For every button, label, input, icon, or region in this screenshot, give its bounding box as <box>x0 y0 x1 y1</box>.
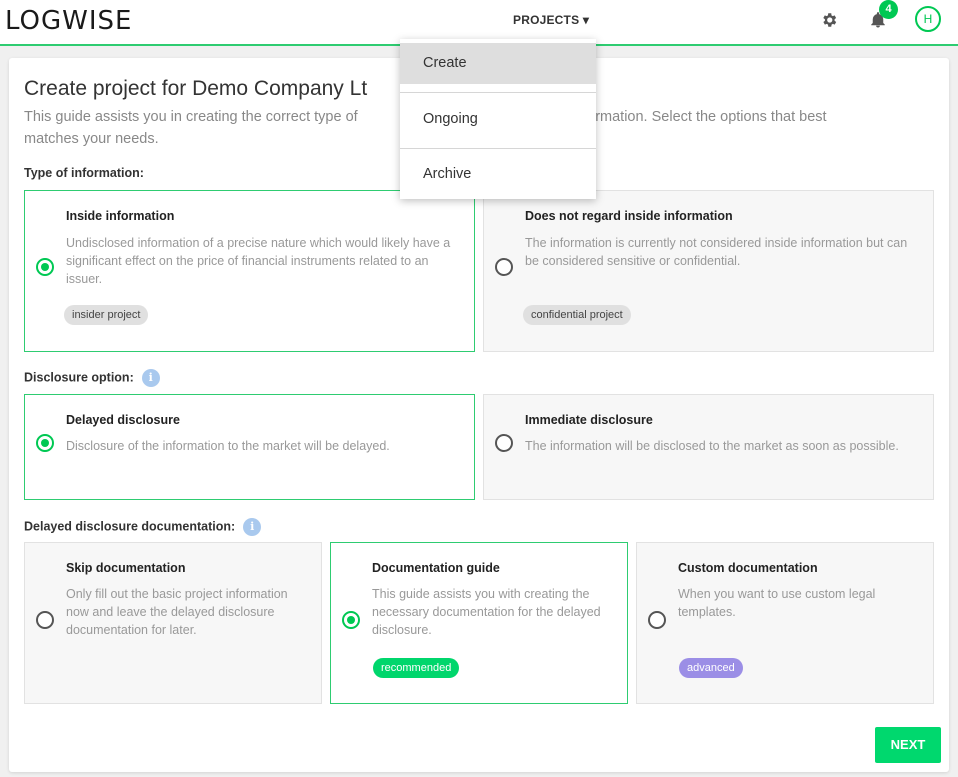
option-description: The information will be disclosed to the… <box>525 439 899 453</box>
tag-insider-project: insider project <box>64 305 149 325</box>
dropdown-divider <box>400 92 596 93</box>
projects-menu-button[interactable]: PROJECTS ▾ <box>513 13 589 27</box>
option-not-inside-information[interactable]: Does not regard inside information The i… <box>483 190 934 352</box>
documentation-label: Delayed disclosure documentation: i <box>24 518 262 536</box>
radio-inside-information[interactable] <box>36 258 54 276</box>
radio-delayed-disclosure[interactable] <box>36 434 54 452</box>
dropdown-item-archive[interactable]: Archive <box>400 154 596 195</box>
option-skip-documentation[interactable]: Skip documentation Only fill out the bas… <box>24 542 322 704</box>
option-title: Custom documentation <box>678 561 818 575</box>
option-description: Only fill out the basic project informat… <box>66 587 288 637</box>
intro-left: This guide assists you in creating the c… <box>24 109 358 125</box>
radio-not-inside-information[interactable] <box>495 258 513 276</box>
option-description: Disclosure of the information to the mar… <box>66 439 390 453</box>
option-title: Does not regard inside information <box>525 209 733 223</box>
radio-immediate-disclosure[interactable] <box>495 434 513 452</box>
projects-dropdown: Create Ongoing Archive <box>400 39 596 199</box>
option-immediate-disclosure[interactable]: Immediate disclosure The information wil… <box>483 394 934 500</box>
option-documentation-guide[interactable]: Documentation guide This guide assists y… <box>330 542 628 704</box>
logo[interactable]: LOGWISE <box>5 6 132 36</box>
option-description: When you want to use custom legal templa… <box>678 587 876 619</box>
notification-badge: 4 <box>879 0 898 19</box>
tag-recommended: recommended <box>373 658 460 678</box>
info-icon[interactable]: i <box>141 369 160 387</box>
dropdown-item-ongoing[interactable]: Ongoing <box>400 99 596 140</box>
option-title: Skip documentation <box>66 561 186 575</box>
avatar[interactable]: H <box>915 6 941 32</box>
radio-skip-documentation[interactable] <box>36 611 54 629</box>
radio-documentation-guide[interactable] <box>342 611 360 629</box>
dropdown-item-create[interactable]: Create <box>400 43 596 84</box>
option-title: Documentation guide <box>372 561 500 575</box>
option-description: The information is currently not conside… <box>525 236 908 268</box>
option-custom-documentation[interactable]: Custom documentation When you want to us… <box>636 542 934 704</box>
type-of-information-label: Type of information: <box>24 166 144 180</box>
option-delayed-disclosure[interactable]: Delayed disclosure Disclosure of the inf… <box>24 394 475 500</box>
info-icon[interactable]: i <box>243 518 262 536</box>
tag-confidential-project: confidential project <box>523 305 631 325</box>
disclosure-option-label: Disclosure option: i <box>24 369 160 387</box>
option-title: Inside information <box>66 209 175 223</box>
option-description: Undisclosed information of a precise nat… <box>66 236 451 286</box>
option-title: Delayed disclosure <box>66 413 180 427</box>
option-title: Immediate disclosure <box>525 413 653 427</box>
documentation-label-text: Delayed disclosure documentation: <box>24 519 236 534</box>
next-button[interactable]: NEXT <box>875 727 941 763</box>
tag-advanced: advanced <box>679 658 743 678</box>
dropdown-divider <box>400 148 596 149</box>
intro-line2: matches your needs. <box>24 131 159 147</box>
disclosure-option-text: Disclosure option: <box>24 370 134 385</box>
page-title: Create project for Demo Company Lt <box>24 77 368 100</box>
gear-icon[interactable] <box>820 11 838 29</box>
radio-custom-documentation[interactable] <box>648 611 666 629</box>
option-description: This guide assists you with creating the… <box>372 587 601 637</box>
option-inside-information[interactable]: Inside information Undisclosed informati… <box>24 190 475 352</box>
